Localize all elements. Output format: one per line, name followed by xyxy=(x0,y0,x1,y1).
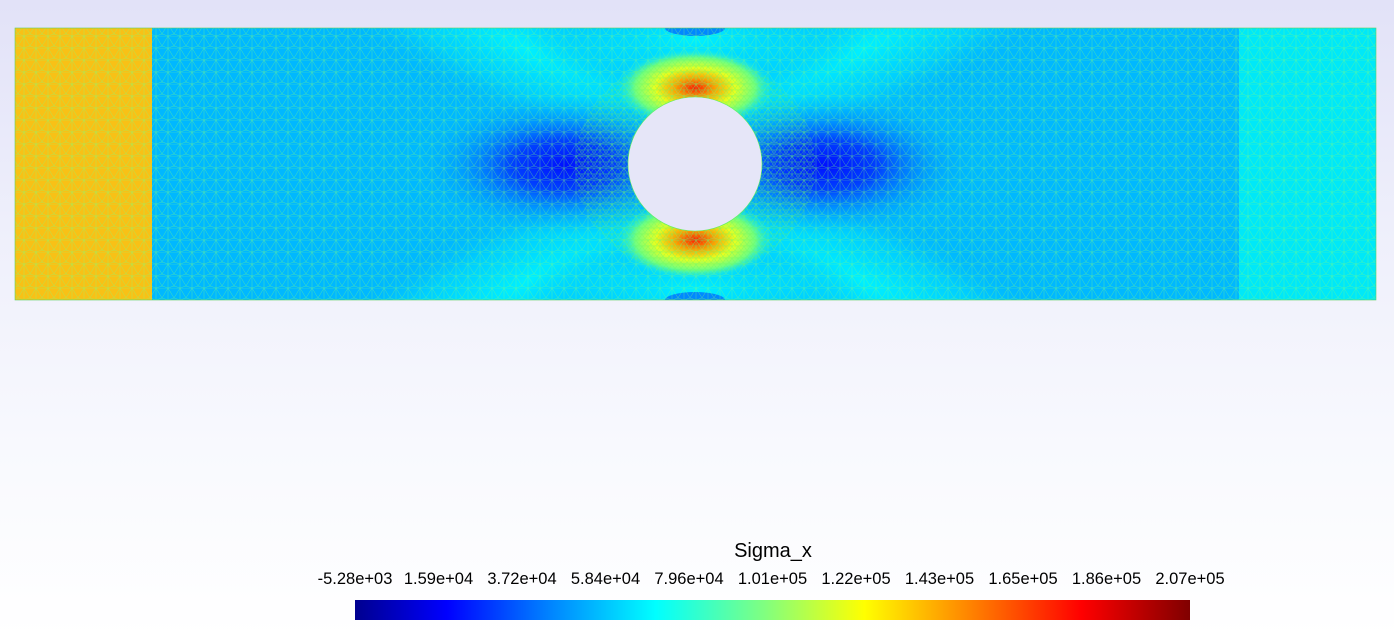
colorbar-title: Sigma_x xyxy=(734,540,812,562)
hole xyxy=(627,96,763,232)
colorbar-gradient xyxy=(355,600,1190,620)
colorbar-tick-label: 2.07e+05 xyxy=(1155,570,1225,588)
colorbar-tick-label: 3.72e+04 xyxy=(487,570,557,588)
colorbar-tick-label: 1.43e+05 xyxy=(904,570,975,588)
plate xyxy=(15,28,1376,300)
colorbar-tick-label: 1.59e+04 xyxy=(403,570,474,588)
colorbar-tick-label: 1.65e+05 xyxy=(988,570,1058,588)
colorbar-legend: Sigma_x -5.28e+03 1.59e+04 3.72e+04 5.84e+0… xyxy=(0,530,1394,630)
colorbar-tick-label: 1.01e+05 xyxy=(737,570,808,588)
colorbar-tick-label: 5.84e+04 xyxy=(570,570,641,588)
colorbar-tick-label: -5.28e+03 xyxy=(317,570,393,588)
render-viewport[interactable]: Sigma_x -5.28e+03 1.59e+04 3.72e+04 5.84e+0… xyxy=(0,0,1394,638)
colorbar-tick-labels: -5.28e+03 1.59e+04 3.72e+04 5.84e+04 7.96e+0… xyxy=(0,570,1394,592)
colorbar-tick-label: 1.86e+05 xyxy=(1071,570,1142,588)
colorbar-tick-label: 7.96e+04 xyxy=(654,570,724,588)
colorbar-tick-label: 1.22e+05 xyxy=(821,570,891,588)
